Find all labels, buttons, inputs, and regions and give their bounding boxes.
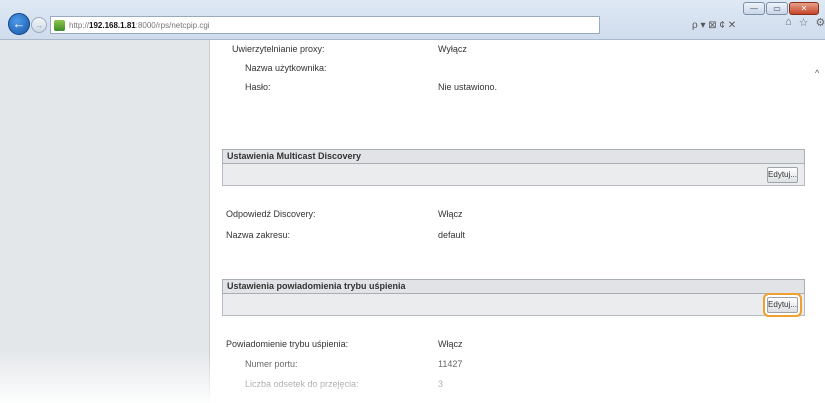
url-path: :8000/rps/netcpip.cgi (135, 20, 210, 30)
address-tools[interactable]: ρ ▾ ⊠ ¢ ✕ (692, 16, 736, 34)
favorites-star-icon[interactable]: ☆ (799, 16, 809, 29)
discovery-response-label: Odpowiedź Discovery: (226, 209, 316, 219)
window-controls: — ▭ ✕ (743, 2, 819, 15)
scope-name-value: default (438, 230, 466, 240)
proxy-auth-label: Uwierzytelnianie proxy: (232, 44, 325, 54)
discovery-response-value: Włącz (438, 209, 463, 219)
toolbar-icons: ⌂ ☆ ⚙ (785, 16, 825, 29)
left-navigation (0, 40, 210, 403)
sleep-notify-label: Powiadomienie trybu uśpienia: (226, 339, 349, 349)
multicast-section-title: Ustawienia Multicast Discovery (222, 149, 805, 164)
port-number-label: Numer portu: (245, 359, 298, 369)
count-value: 3 (438, 379, 444, 389)
minimize-button[interactable]: — (743, 2, 765, 15)
url-host: 192.168.1.81 (89, 20, 136, 30)
scope-name-label: Nazwa zakresu: (226, 230, 291, 240)
scroll-up-arrow-icon[interactable]: ^ (815, 68, 819, 78)
browser-toolbar: — ▭ ✕ ← → http://192.168.1.81:8000/rps/n… (0, 0, 825, 40)
proxy-pass-label: Hasło: (245, 82, 271, 92)
site-favicon-icon (54, 19, 65, 31)
settings-gear-icon[interactable]: ⚙ (816, 16, 825, 29)
url-prefix: http:// (69, 20, 90, 30)
count-label: Liczba odsetek do przejęcia: (245, 379, 359, 389)
page-viewport: ^ Uwierzytelnianie proxy: Wyłącz Nazwa u… (0, 40, 825, 403)
multicast-edit-button[interactable]: Edytuj... (767, 167, 798, 183)
sleep-notify-value: Włącz (438, 339, 463, 349)
maximize-button[interactable]: ▭ (766, 2, 788, 15)
close-window-button[interactable]: ✕ (789, 2, 819, 15)
proxy-user-label: Nazwa użytkownika: (245, 63, 327, 73)
proxy-auth-value: Wyłącz (438, 44, 467, 54)
address-bar[interactable]: http://192.168.1.81:8000/rps/netcpip.cgi (50, 16, 600, 34)
back-arrow-icon[interactable]: ← (8, 13, 30, 35)
home-icon[interactable]: ⌂ (785, 16, 792, 29)
sleep-section-title: Ustawienia powiadomienia trybu uśpienia (222, 279, 805, 294)
proxy-pass-value: Nie ustawiono. (438, 82, 498, 92)
forward-arrow-icon[interactable]: → (31, 17, 47, 33)
port-number-value: 11427 (438, 359, 463, 369)
sleep-edit-button[interactable]: Edytuj... (767, 297, 798, 313)
multicast-section-toolbar: Edytuj... (222, 164, 805, 186)
sleep-section-toolbar: Edytuj... (222, 294, 805, 316)
